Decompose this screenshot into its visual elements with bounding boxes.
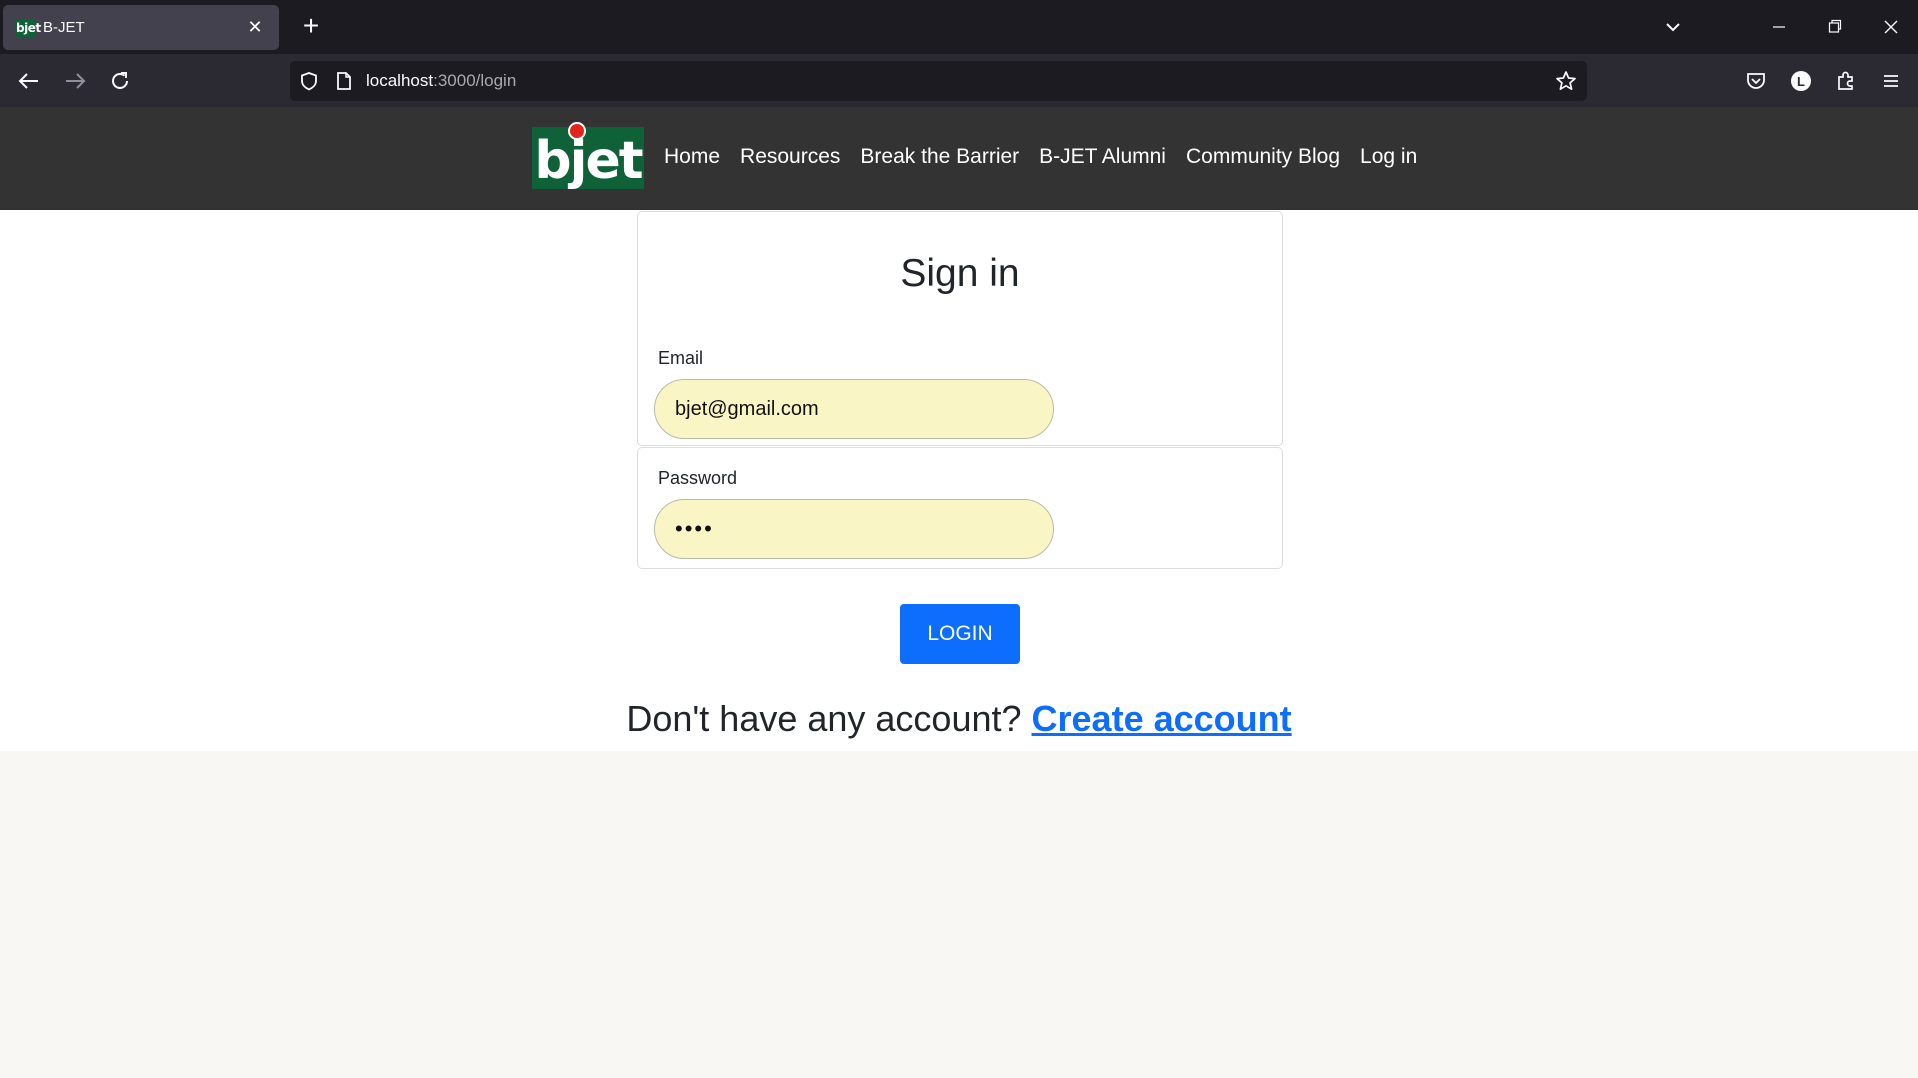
email-card: Sign in Email: [637, 211, 1283, 446]
signup-prompt-text: Don't have any account?: [626, 698, 1022, 739]
nav-home[interactable]: Home: [664, 145, 720, 169]
tab-close-icon[interactable]: ✕: [245, 17, 265, 38]
login-button[interactable]: LOGIN: [900, 604, 1020, 664]
favicon-icon: bjet: [16, 18, 41, 37]
signup-prompt: Don't have any account? Create account: [0, 698, 1918, 740]
pocket-icon[interactable]: [1741, 66, 1771, 96]
window-minimize-icon[interactable]: [1762, 12, 1796, 42]
bookmark-star-icon[interactable]: [1555, 70, 1577, 92]
app-menu-hamburger-icon[interactable]: [1876, 66, 1906, 96]
page-title: Sign in: [900, 252, 1020, 295]
browser-navigation-bar: localhost:3000/login L: [0, 54, 1918, 107]
password-field[interactable]: ••••: [654, 499, 1054, 559]
nav-bjet-alumni[interactable]: B-JET Alumni: [1039, 145, 1166, 169]
email-label: Email: [658, 348, 704, 368]
forward-arrow-icon[interactable]: [58, 64, 92, 98]
url-bar[interactable]: localhost:3000/login: [290, 61, 1587, 101]
email-field[interactable]: [654, 379, 1054, 439]
bjet-logo[interactable]: bjet: [532, 122, 644, 191]
tab-title: B-JET: [43, 19, 85, 36]
nav-break-the-barrier[interactable]: Break the Barrier: [860, 145, 1019, 169]
nav-log-in[interactable]: Log in: [1360, 145, 1417, 169]
url-path: :3000/login: [433, 71, 517, 90]
page-info-icon[interactable]: [335, 71, 353, 91]
site-header: bjet Home Resources Break the Barrier B-…: [0, 107, 1918, 210]
password-card: Password ••••: [637, 447, 1283, 569]
login-page-main: Sign in Email Password •••• LOGIN Don't …: [0, 210, 1918, 751]
browser-tab-active[interactable]: bjet B-JET ✕: [3, 5, 279, 50]
back-arrow-icon[interactable]: [12, 64, 46, 98]
tracking-protection-shield-icon[interactable]: [299, 71, 319, 91]
url-text[interactable]: localhost:3000/login: [366, 71, 516, 91]
nav-resources[interactable]: Resources: [740, 145, 840, 169]
account-initial: L: [1797, 74, 1805, 89]
list-all-tabs-chevron-icon[interactable]: [1656, 12, 1690, 42]
password-label: Password: [658, 468, 738, 488]
reload-icon[interactable]: [103, 64, 137, 98]
create-account-link[interactable]: Create account: [1032, 698, 1292, 739]
nav-community-blog[interactable]: Community Blog: [1186, 145, 1340, 169]
site-nav: Home Resources Break the Barrier B-JET A…: [664, 145, 1417, 169]
window-restore-icon[interactable]: [1818, 12, 1852, 42]
logo-text: bjet: [534, 131, 643, 191]
url-host: localhost: [366, 71, 434, 90]
window-close-icon[interactable]: [1874, 12, 1908, 42]
new-tab-plus-icon[interactable]: +: [294, 10, 328, 44]
browser-tab-strip: bjet B-JET ✕ +: [0, 0, 1918, 54]
extensions-puzzle-icon[interactable]: [1831, 66, 1861, 96]
account-avatar-icon[interactable]: L: [1786, 66, 1816, 96]
